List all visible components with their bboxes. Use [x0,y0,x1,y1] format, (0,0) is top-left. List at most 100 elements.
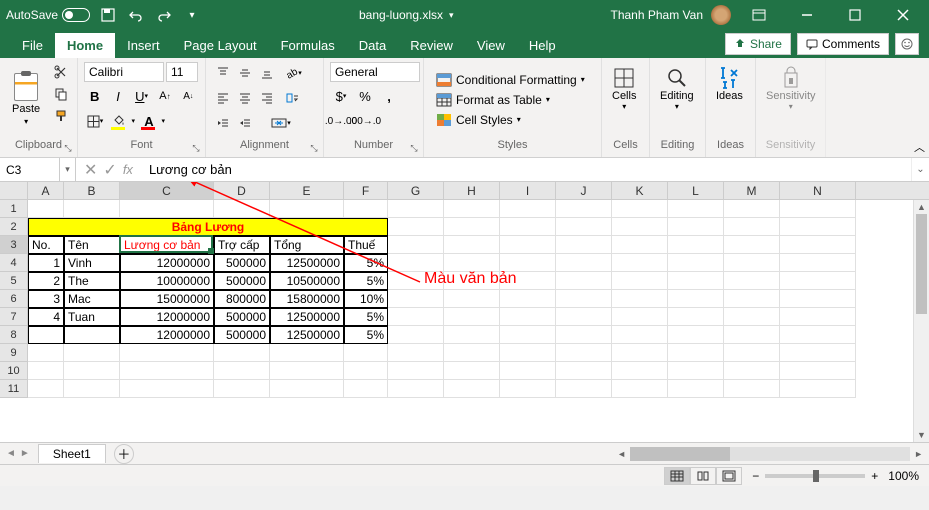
cell-M9[interactable] [724,344,780,362]
name-box[interactable]: C3 [0,158,60,181]
cell-styles-button[interactable]: Cell Styles▾ [430,111,595,129]
cell-H4[interactable] [444,254,500,272]
cell-N4[interactable] [780,254,856,272]
cell-M8[interactable] [724,326,780,344]
column-header-L[interactable]: L [668,182,724,199]
hscroll-left-icon[interactable]: ◄ [617,449,626,459]
row-header-10[interactable]: 10 [0,362,28,380]
cell-E8[interactable]: 12500000 [270,326,344,344]
column-header-I[interactable]: I [500,182,556,199]
cell-E5[interactable]: 10500000 [270,272,344,290]
cell-G2[interactable] [388,218,444,236]
qat-customize-icon[interactable]: ▾ [182,5,202,25]
cell-C8[interactable]: 12000000 [120,326,214,344]
ideas-button[interactable]: Ideas [712,62,747,137]
cell-J3[interactable] [556,236,612,254]
cell-A9[interactable] [28,344,64,362]
cell-B9[interactable] [64,344,120,362]
cell-A11[interactable] [28,380,64,398]
increase-indent-icon[interactable] [234,112,256,134]
cell-D8[interactable]: 500000 [214,326,270,344]
cell-H2[interactable] [444,218,500,236]
cell-F7[interactable]: 5% [344,308,388,326]
tab-insert[interactable]: Insert [115,33,172,58]
number-format-select[interactable] [330,62,420,82]
tab-formulas[interactable]: Formulas [269,33,347,58]
cell-N5[interactable] [780,272,856,290]
cell-I3[interactable] [500,236,556,254]
alignment-launcher-icon[interactable]: ⤡ [307,141,321,155]
cell-J2[interactable] [556,218,612,236]
conditional-formatting-button[interactable]: Conditional Formatting▾ [430,71,595,89]
sheet-prev-icon[interactable]: ◄ [6,448,16,459]
cell-E1[interactable] [270,200,344,218]
cell-A6[interactable]: 3 [28,290,64,308]
font-color-button[interactable]: A▾ [138,110,160,132]
cell-H3[interactable] [444,236,500,254]
cell-C6[interactable]: 15000000 [120,290,214,308]
cell-G6[interactable] [388,290,444,308]
paste-button[interactable]: Paste ▾ [6,62,46,137]
cell-F10[interactable] [344,362,388,380]
cell-L9[interactable] [668,344,724,362]
fx-icon[interactable]: fx [123,162,133,177]
tab-home[interactable]: Home [55,33,115,58]
cell-C7[interactable]: 12000000 [120,308,214,326]
cell-C5[interactable]: 10000000 [120,272,214,290]
clipboard-launcher-icon[interactable]: ⤡ [61,141,75,155]
column-header-N[interactable]: N [780,182,856,199]
row-header-9[interactable]: 9 [0,344,28,362]
tab-file[interactable]: File [10,33,55,58]
scroll-down-icon[interactable]: ▼ [914,428,929,442]
zoom-level[interactable]: 100% [888,469,919,483]
feedback-icon[interactable] [895,33,919,55]
cell-C3[interactable]: Lương cơ bản [120,236,214,254]
cell-D6[interactable]: 800000 [214,290,270,308]
cell-A7[interactable]: 4 [28,308,64,326]
cell-N11[interactable] [780,380,856,398]
hscroll-right-icon[interactable]: ► [914,449,923,459]
cell-N8[interactable] [780,326,856,344]
cell-K6[interactable] [612,290,668,308]
accounting-format-icon[interactable]: $▾ [330,85,352,107]
align-left-icon[interactable] [212,87,234,109]
cell-I8[interactable] [500,326,556,344]
cell-L11[interactable] [668,380,724,398]
cell-M7[interactable] [724,308,780,326]
enter-formula-icon[interactable]: ✓ [103,160,116,180]
cell-I9[interactable] [500,344,556,362]
merge-center-icon[interactable]: ▾ [270,112,292,134]
cell-J1[interactable] [556,200,612,218]
autosave-toggle[interactable]: AutoSave [6,8,90,22]
cell-B1[interactable] [64,200,120,218]
cell-D11[interactable] [214,380,270,398]
column-header-E[interactable]: E [270,182,344,199]
align-top-icon[interactable] [212,62,234,84]
cut-icon[interactable] [50,62,72,82]
new-sheet-button[interactable]: ＋ [114,444,134,464]
cell-I11[interactable] [500,380,556,398]
cell-A1[interactable] [28,200,64,218]
format-as-table-button[interactable]: Format as Table▾ [430,91,595,109]
row-header-6[interactable]: 6 [0,290,28,308]
select-all-corner[interactable] [0,182,28,199]
cell-D7[interactable]: 500000 [214,308,270,326]
align-center-icon[interactable] [234,87,256,109]
cell-D4[interactable]: 500000 [214,254,270,272]
cell-B11[interactable] [64,380,120,398]
cell-L1[interactable] [668,200,724,218]
cell-B10[interactable] [64,362,120,380]
cell-I5[interactable] [500,272,556,290]
vertical-scrollbar[interactable]: ▲ ▼ [913,200,929,442]
spreadsheet-grid[interactable]: ABCDEFGHIJKLMN 1234567891011 Bảng LươngN… [0,182,929,442]
scroll-up-icon[interactable]: ▲ [914,200,929,214]
column-header-H[interactable]: H [444,182,500,199]
cell-N3[interactable] [780,236,856,254]
scrollbar-thumb[interactable] [916,214,927,314]
cell-K11[interactable] [612,380,668,398]
cell-G3[interactable] [388,236,444,254]
cell-J6[interactable] [556,290,612,308]
cell-M10[interactable] [724,362,780,380]
tab-page-layout[interactable]: Page Layout [172,33,269,58]
cell-A5[interactable]: 2 [28,272,64,290]
